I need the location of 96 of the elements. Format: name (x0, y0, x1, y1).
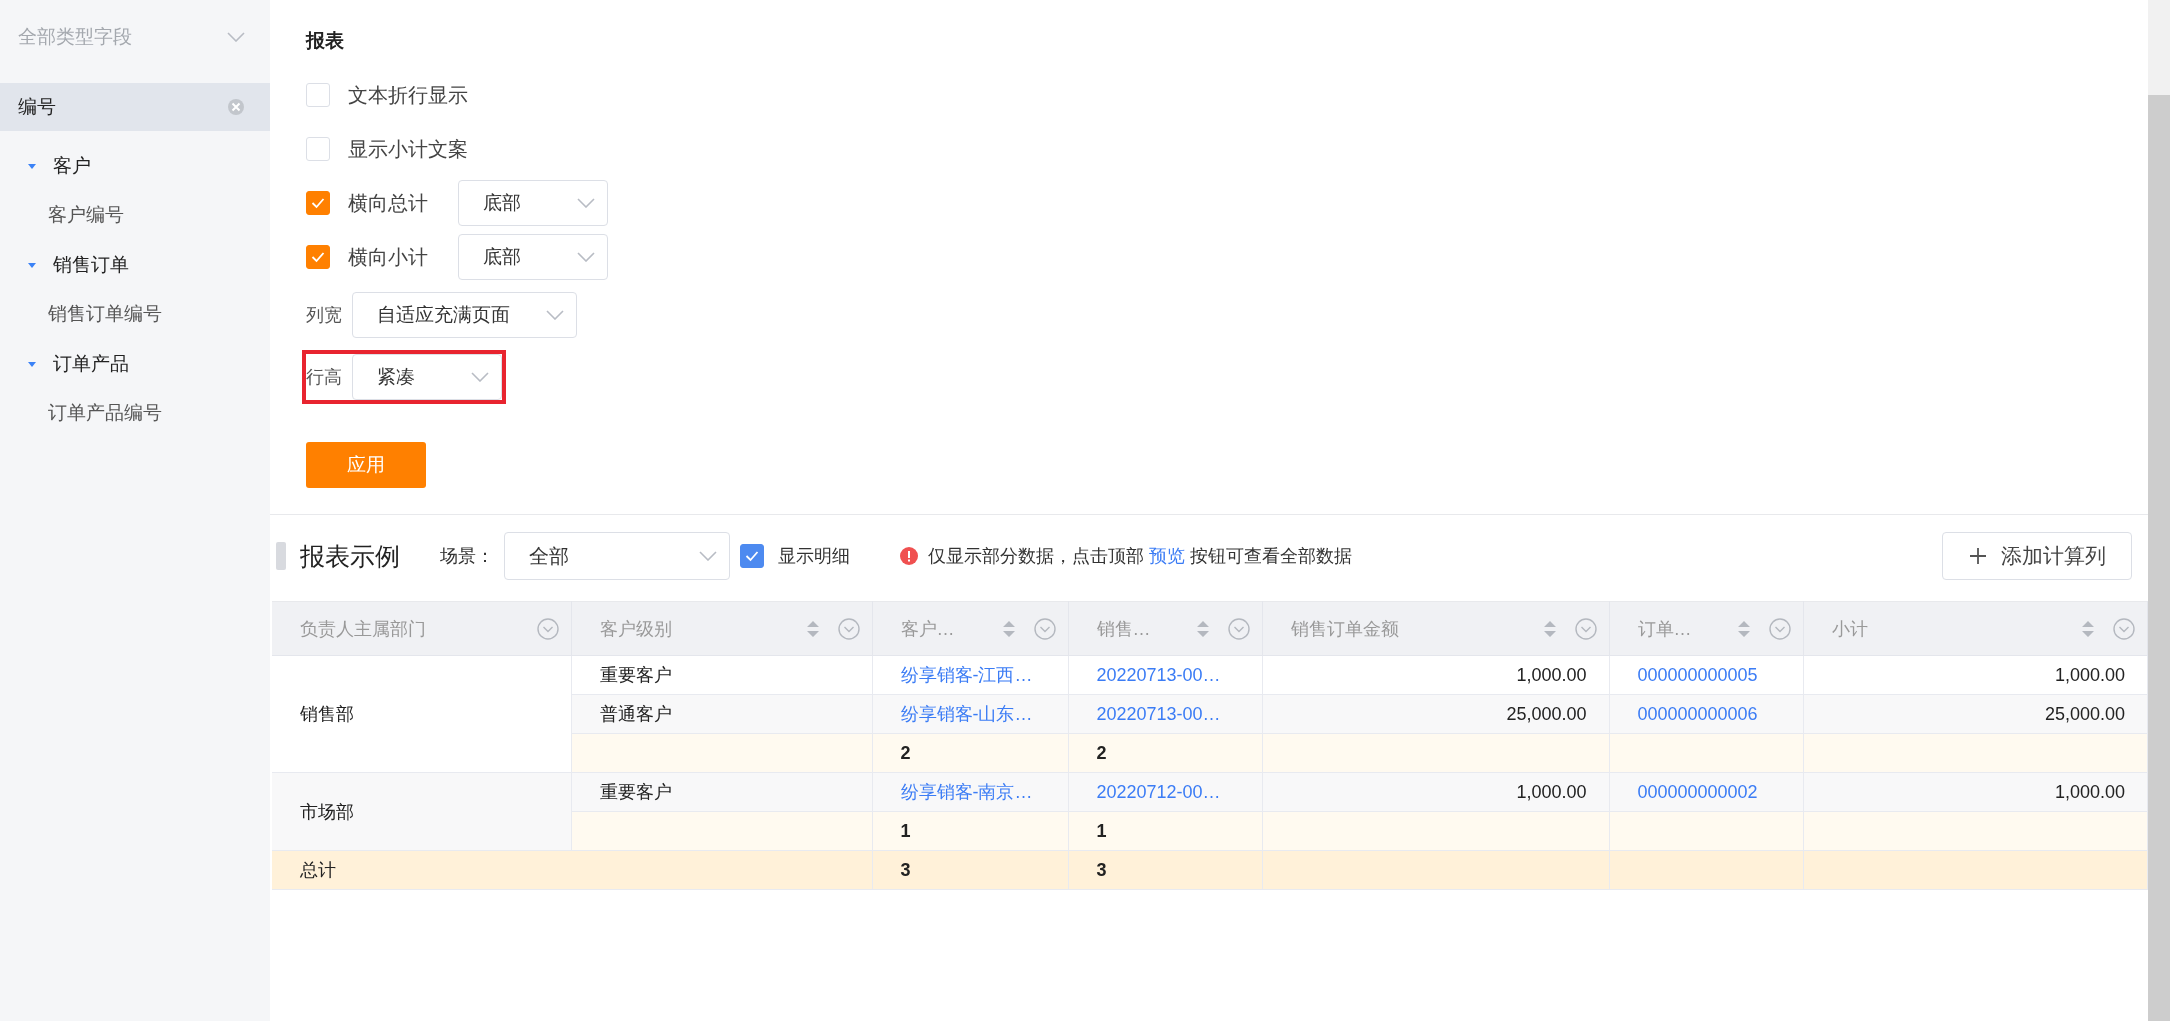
option-label: 横向总计 (348, 190, 429, 216)
column-header: 订单… (1637, 617, 1692, 641)
link-cell[interactable]: 纷享销客-江西… (872, 655, 1068, 695)
field-label: 行高 (306, 366, 342, 389)
plus-icon (1968, 547, 1987, 565)
column-header: 客户… (900, 617, 955, 641)
table-cell: 1,000.00 (1803, 655, 2148, 695)
group-label: 订单产品 (53, 352, 129, 376)
link-cell[interactable]: 纷享销客-南京… (872, 772, 1068, 812)
filter-icon[interactable] (2113, 617, 2135, 640)
filter-icon[interactable] (1033, 617, 1056, 640)
table-cell: 25,000.00 (1803, 694, 2148, 734)
filter-icon[interactable] (536, 617, 559, 640)
scene-label: 场景： (440, 545, 494, 568)
table-cell: 销售部 (272, 655, 571, 773)
table-cell: 3 (872, 850, 1068, 890)
group-item[interactable]: 客户 (0, 151, 270, 181)
chevron-down-icon (577, 198, 595, 208)
link-cell[interactable]: 000000000006 (1609, 694, 1803, 734)
column-header: 小计 (1831, 617, 1868, 641)
sort-icon[interactable] (1001, 618, 1016, 639)
field-item[interactable]: 客户编号 (0, 200, 270, 230)
chevron-down-icon (577, 252, 595, 262)
option-label: 横向小计 (348, 244, 429, 270)
resize-handle[interactable] (276, 542, 286, 570)
section-title: 报表 (306, 29, 345, 53)
link-cell[interactable]: 20220713-00… (1068, 655, 1262, 695)
chevron-down-icon (471, 372, 489, 382)
sort-icon[interactable] (1736, 618, 1751, 639)
caret-down-icon (27, 359, 37, 369)
link-cell[interactable]: 20220713-00… (1068, 694, 1262, 734)
option-label: 显示小计文案 (348, 136, 468, 162)
checkbox[interactable] (306, 245, 330, 269)
group-label: 销售订单 (53, 253, 129, 277)
sort-icon[interactable] (2081, 618, 2095, 639)
check-icon (311, 251, 325, 263)
checkbox-label: 显示明细 (778, 545, 850, 568)
table-cell: 市场部 (272, 772, 571, 851)
check-icon (745, 550, 759, 562)
table-cell: 普通客户 (571, 694, 872, 734)
table-cell: 重要客户 (571, 655, 872, 695)
chevron-down-icon (546, 310, 564, 320)
field-item[interactable]: 编号 (0, 83, 270, 131)
filter-icon[interactable] (1227, 617, 1250, 640)
column-header: 销售… (1096, 617, 1151, 641)
link-cell[interactable]: 20220712-00… (1068, 772, 1262, 812)
table-cell: 2 (1068, 733, 1262, 773)
select-field[interactable]: 底部 (458, 234, 608, 280)
group-item[interactable]: 销售订单 (0, 250, 270, 280)
table-cell: 2 (872, 733, 1068, 773)
scrollbar-thumb[interactable] (2148, 95, 2170, 1021)
link-cell[interactable]: 000000000005 (1609, 655, 1803, 695)
chevron-down-icon (227, 32, 245, 42)
select-field[interactable]: 紧凑 (352, 354, 502, 400)
group-label: 客户 (53, 154, 91, 178)
sort-icon[interactable] (805, 618, 820, 639)
column-header: 销售订单金额 (1290, 617, 1399, 641)
select-field[interactable]: 底部 (458, 180, 608, 226)
caret-down-icon (27, 260, 37, 270)
checkbox[interactable] (306, 191, 330, 215)
table-cell: 1,000.00 (1262, 772, 1609, 812)
group-item[interactable]: 订单产品 (0, 349, 270, 379)
field-label: 编号 (18, 95, 56, 119)
warning-icon (900, 547, 918, 565)
table-cell: 1,000.00 (1803, 772, 2148, 812)
select-field[interactable]: 自适应充满页面 (352, 292, 577, 338)
column-header: 负责人主属部门 (300, 617, 426, 641)
table-cell: 3 (1068, 850, 1262, 890)
table-cell: 重要客户 (571, 772, 872, 812)
field-item[interactable]: 销售订单编号 (0, 299, 270, 329)
option-label: 文本折行显示 (348, 82, 468, 108)
filter-icon[interactable] (1574, 617, 1597, 640)
caret-down-icon (27, 161, 37, 171)
section-title: 报表示例 (300, 540, 400, 572)
sort-icon[interactable] (1195, 618, 1210, 639)
link-cell[interactable]: 纷享销客-山东… (872, 694, 1068, 734)
field-label: 列宽 (306, 304, 342, 327)
scene-select[interactable]: 全部 (504, 532, 730, 580)
sort-icon[interactable] (1542, 618, 1557, 639)
column-header: 客户级别 (599, 617, 672, 641)
preview-link[interactable]: 预览 (1149, 546, 1185, 566)
table-cell: 1 (1068, 811, 1262, 851)
notice-text: 仅显示部分数据，点击顶部 预览 按钮可查看全部数据 (928, 545, 1353, 568)
check-icon (311, 197, 325, 209)
table-cell: 1 (872, 811, 1068, 851)
filter-icon[interactable] (837, 617, 860, 640)
clear-icon[interactable] (227, 98, 245, 116)
filter-icon[interactable] (1768, 617, 1791, 640)
add-column-button[interactable]: 添加计算列 (1942, 532, 2132, 580)
checkbox[interactable] (740, 544, 764, 568)
table-cell: 25,000.00 (1262, 694, 1609, 734)
chevron-down-icon (699, 551, 717, 561)
table-cell: 总计 (272, 850, 872, 890)
table-cell: 1,000.00 (1262, 655, 1609, 695)
link-cell[interactable]: 000000000002 (1609, 772, 1803, 812)
field-item[interactable]: 订单产品编号 (0, 398, 270, 428)
